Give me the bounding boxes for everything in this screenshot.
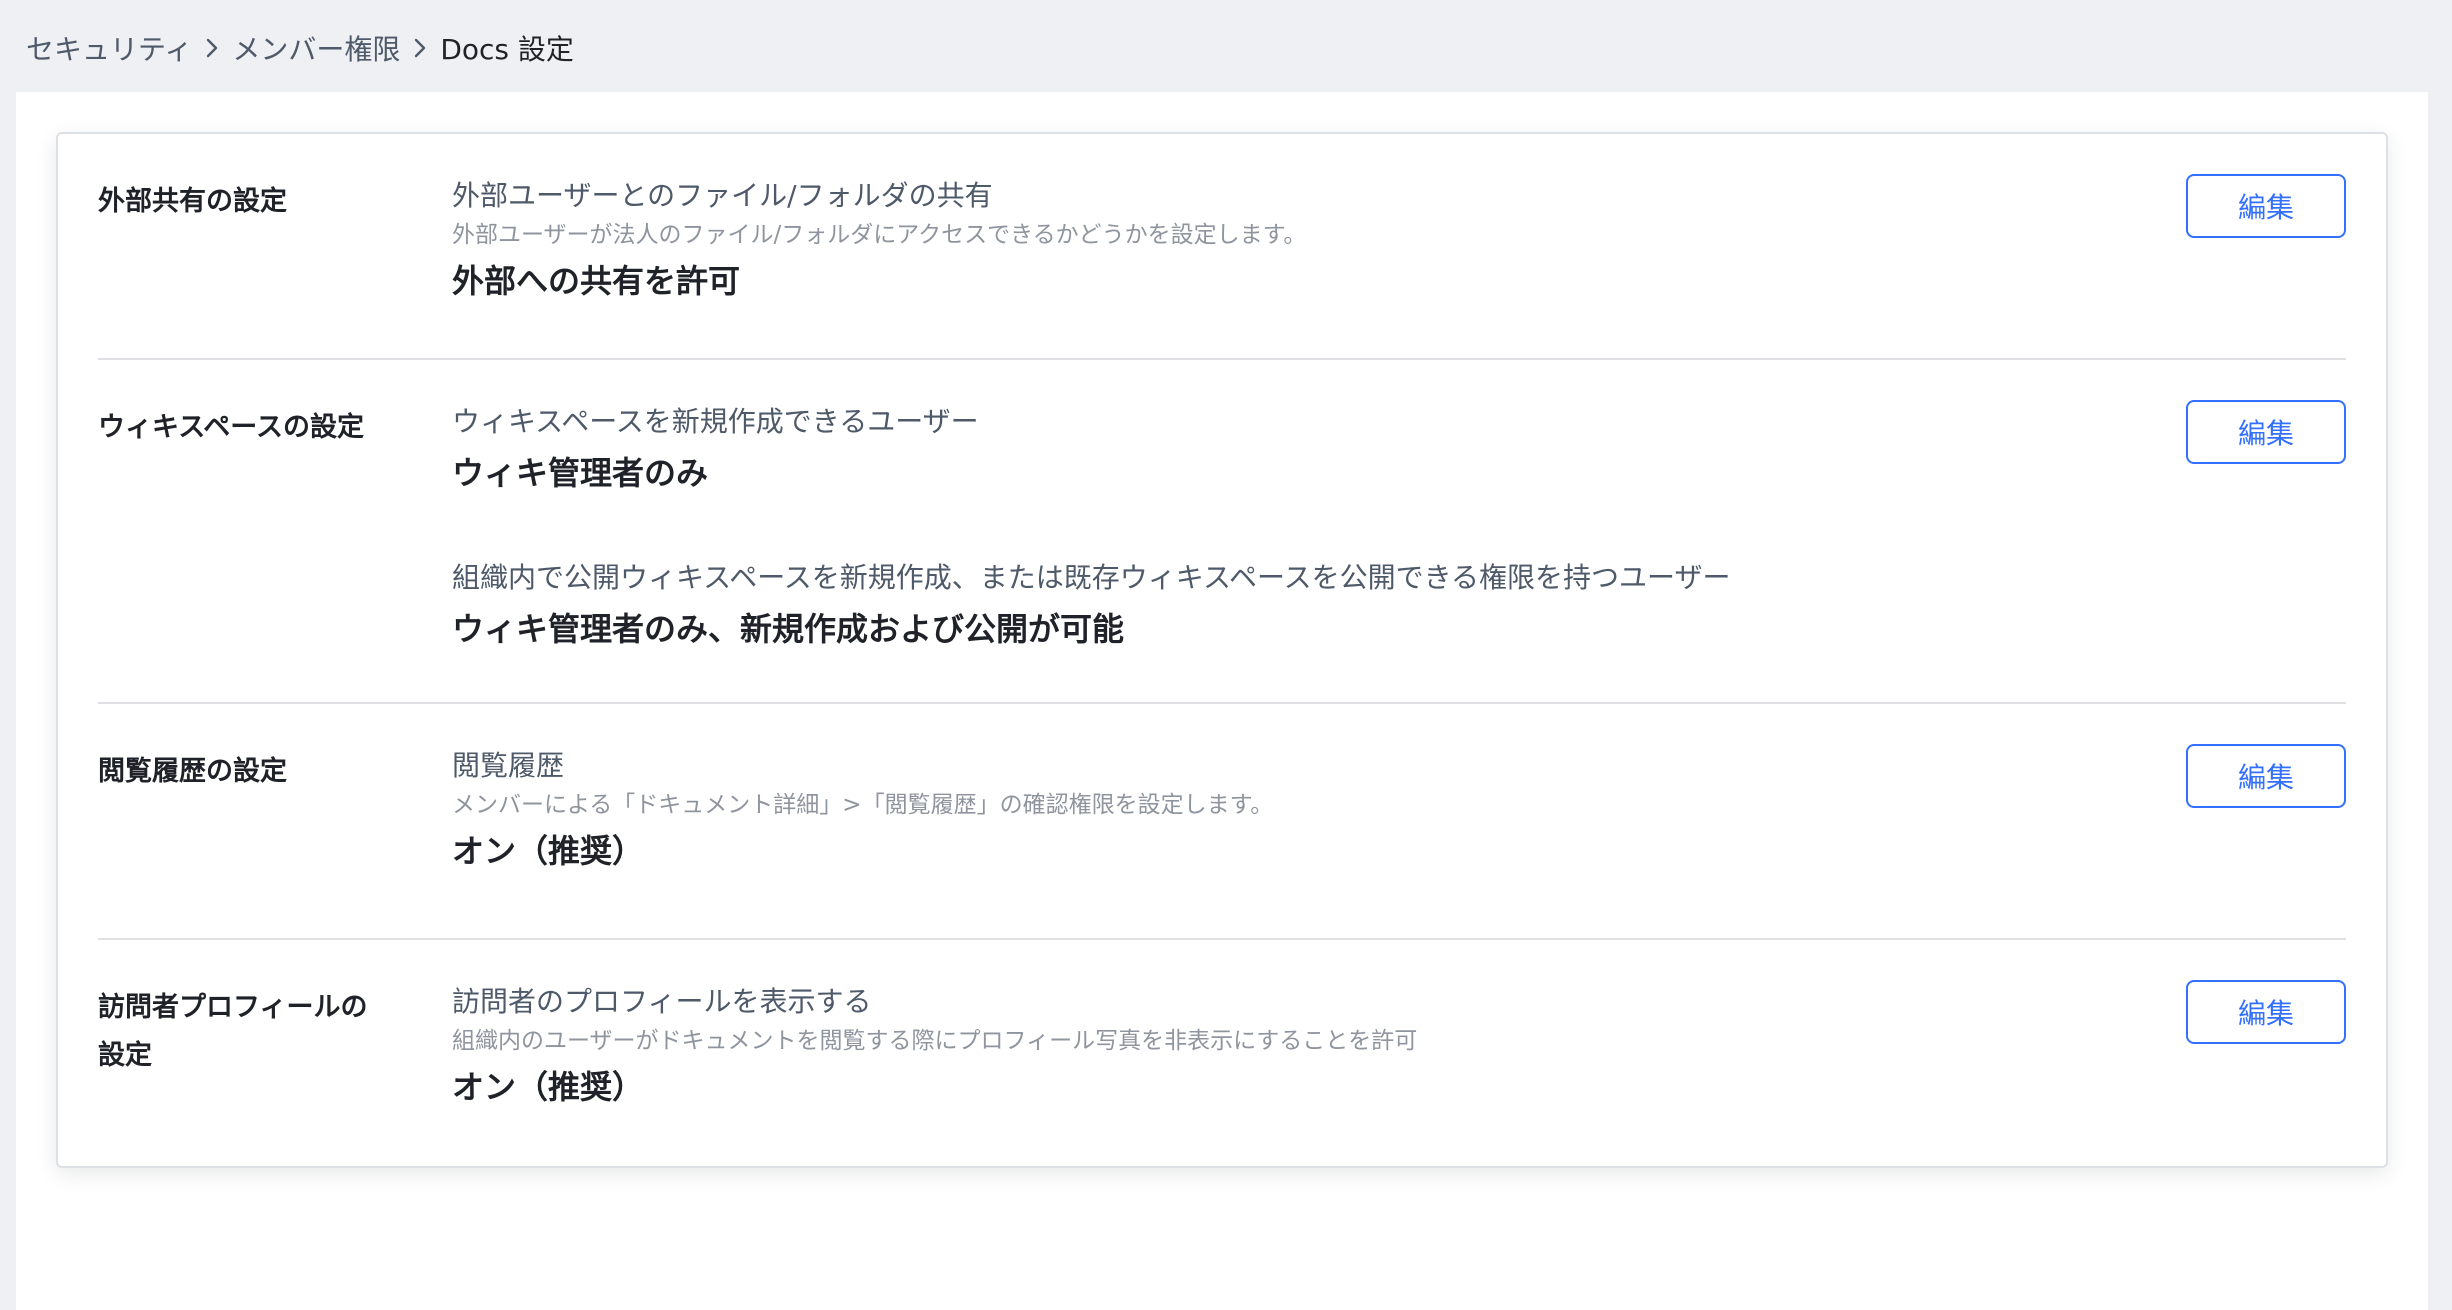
setting-value: ウィキ管理者のみ、新規作成および公開が可能 xyxy=(452,610,1125,648)
setting-label: 閲覧履歴 xyxy=(452,749,565,782)
section-title: 閲覧履歴の設定 xyxy=(98,756,287,787)
section-content: 閲覧履歴 メンバーによる「ドキュメント詳細」>「閲覧履歴」の確認権限を設定します… xyxy=(452,744,2152,876)
setting-label: ウィキスペースを新規作成できるユーザー xyxy=(452,405,979,438)
setting-label: 組織内で公開ウィキスペースを新規作成、または既存ウィキスペースを公開できる権限を… xyxy=(452,561,1731,594)
setting-value: オン（推奨） xyxy=(452,832,645,870)
breadcrumb-item-member-permissions[interactable]: メンバー権限 xyxy=(232,28,400,68)
edit-button-wiki-space[interactable]: 編集 xyxy=(2186,400,2346,464)
setting-item: 組織内で公開ウィキスペースを新規作成、または既存ウィキスペースを公開できる権限を… xyxy=(452,556,2152,654)
settings-card: 外部共有の設定 外部ユーザーとのファイル/フォルダの共有 外部ユーザーが法人のフ… xyxy=(56,132,2388,1168)
breadcrumb: セキュリティ メンバー権限 Docs 設定 xyxy=(26,26,574,70)
section-view-history: 閲覧履歴の設定 閲覧履歴 メンバーによる「ドキュメント詳細」>「閲覧履歴」の確認… xyxy=(98,704,2346,938)
edit-button-visitor-profile[interactable]: 編集 xyxy=(2186,980,2346,1044)
section-external-sharing: 外部共有の設定 外部ユーザーとのファイル/フォルダの共有 外部ユーザーが法人のフ… xyxy=(98,134,2346,358)
setting-item: ウィキスペースを新規作成できるユーザー ウィキ管理者のみ xyxy=(452,400,2152,498)
setting-value: ウィキ管理者のみ xyxy=(452,454,709,492)
setting-item: 外部ユーザーとのファイル/フォルダの共有 外部ユーザーが法人のファイル/フォルダ… xyxy=(452,174,2152,306)
chevron-right-icon xyxy=(400,26,440,70)
content-panel: 外部共有の設定 外部ユーザーとのファイル/フォルダの共有 外部ユーザーが法人のフ… xyxy=(16,92,2428,1310)
section-title: 訪問者プロフィールの 設定 xyxy=(98,984,398,1080)
breadcrumb-item-security[interactable]: セキュリティ xyxy=(26,28,192,68)
section-title-line: 設定 xyxy=(98,1040,152,1071)
section-content: 外部ユーザーとのファイル/フォルダの共有 外部ユーザーが法人のファイル/フォルダ… xyxy=(452,174,2152,306)
setting-value: 外部への共有を許可 xyxy=(452,262,741,300)
setting-item: 閲覧履歴 メンバーによる「ドキュメント詳細」>「閲覧履歴」の確認権限を設定します… xyxy=(452,744,2152,876)
setting-description: メンバーによる「ドキュメント詳細」>「閲覧履歴」の確認権限を設定します。 xyxy=(452,792,1274,818)
section-title: ウィキスペースの設定 xyxy=(98,412,364,443)
setting-item: 訪問者のプロフィールを表示する 組織内のユーザーがドキュメントを閲覧する際にプロ… xyxy=(452,980,2152,1112)
edit-button-external-sharing[interactable]: 編集 xyxy=(2186,174,2346,238)
breadcrumb-item-docs-settings: Docs 設定 xyxy=(440,33,574,66)
section-title: 外部共有の設定 xyxy=(98,186,287,217)
section-title-line: 訪問者プロフィールの xyxy=(98,992,368,1023)
edit-button-view-history[interactable]: 編集 xyxy=(2186,744,2346,808)
section-wiki-space: ウィキスペースの設定 ウィキスペースを新規作成できるユーザー ウィキ管理者のみ … xyxy=(98,360,2346,702)
chevron-right-icon xyxy=(192,26,232,70)
section-content: 訪問者のプロフィールを表示する 組織内のユーザーがドキュメントを閲覧する際にプロ… xyxy=(452,980,2152,1112)
section-visitor-profile: 訪問者プロフィールの 設定 訪問者のプロフィールを表示する 組織内のユーザーがド… xyxy=(98,940,2346,1164)
setting-value: オン（推奨） xyxy=(452,1068,645,1106)
setting-description: 組織内のユーザーがドキュメントを閲覧する際にプロフィール写真を非表示にすることを… xyxy=(452,1028,1418,1054)
setting-description: 外部ユーザーが法人のファイル/フォルダにアクセスできるかどうかを設定します。 xyxy=(452,222,1307,248)
setting-label: 外部ユーザーとのファイル/フォルダの共有 xyxy=(452,179,993,212)
setting-label: 訪問者のプロフィールを表示する xyxy=(452,985,872,1018)
section-content: ウィキスペースを新規作成できるユーザー ウィキ管理者のみ 組織内で公開ウィキスペ… xyxy=(452,400,2152,654)
